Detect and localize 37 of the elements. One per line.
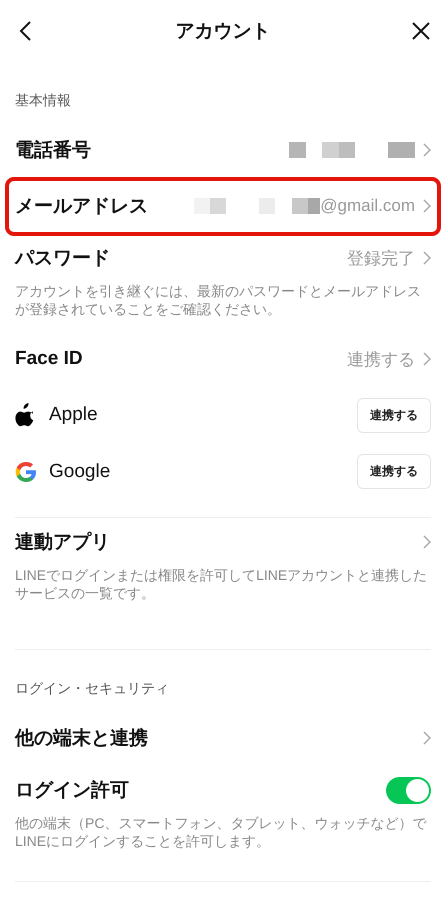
highlighted-settings-row[interactable]: メールアドレス @gmail.com <box>5 176 441 236</box>
page-title: アカウント <box>176 20 270 44</box>
toggle-switch[interactable] <box>386 776 431 804</box>
section-label: ログイン・セキュリティ <box>14 679 170 698</box>
setting-description: 他の端末（PC、スマートフォン、タブレット、ウォッチなど）でLINEにログインすることを許可します。 <box>14 814 428 851</box>
chevron-right-icon <box>423 535 431 549</box>
chevron-right-icon <box>423 731 431 745</box>
chevron-right-icon <box>423 199 431 213</box>
account-label: Apple <box>49 404 99 426</box>
setting-label: 連動アプリ <box>15 530 111 555</box>
setting-label: 電話番号 <box>15 138 92 163</box>
setting-label: 他の端末と連携 <box>15 726 149 751</box>
chevron-right-icon <box>423 251 431 265</box>
settings-row[interactable]: パスワード 登録完了 <box>0 234 446 282</box>
setting-value: 登録完了 <box>347 248 415 270</box>
chevron-right-icon <box>423 352 431 366</box>
setting-label: メールアドレス <box>15 195 149 219</box>
settings-row[interactable]: Face ID 連携する <box>0 331 446 387</box>
close-icon[interactable] <box>411 21 431 41</box>
account-label: Google <box>49 460 112 482</box>
back-icon[interactable] <box>19 21 31 41</box>
setting-description: LINEでログインまたは権限を許可してLINEアカウントと連携したサービスの一覧です。 <box>14 566 428 603</box>
settings-row[interactable]: 連動アプリ <box>0 518 446 566</box>
chevron-right-icon <box>423 143 431 157</box>
setting-value: @gmail.com <box>320 196 415 216</box>
google-icon <box>15 460 37 482</box>
setting-label: パスワード <box>15 247 111 271</box>
setting-label: Face ID <box>15 348 84 370</box>
settings-row[interactable]: 電話番号 <box>0 122 446 178</box>
setting-description: アカウントを引き継ぐには、最新のパスワードとメールアドレスが登録されていることをご確認ください。 <box>14 282 422 319</box>
section-label: 基本情報 <box>14 91 72 110</box>
settings-row[interactable]: 他の端末と連携 <box>0 710 446 766</box>
link-button[interactable]: 連携する <box>357 454 431 489</box>
setting-value: 連携する <box>347 348 415 370</box>
apple-icon <box>15 403 35 427</box>
setting-label: ログイン許可 <box>15 778 130 803</box>
link-button[interactable]: 連携する <box>357 398 431 432</box>
